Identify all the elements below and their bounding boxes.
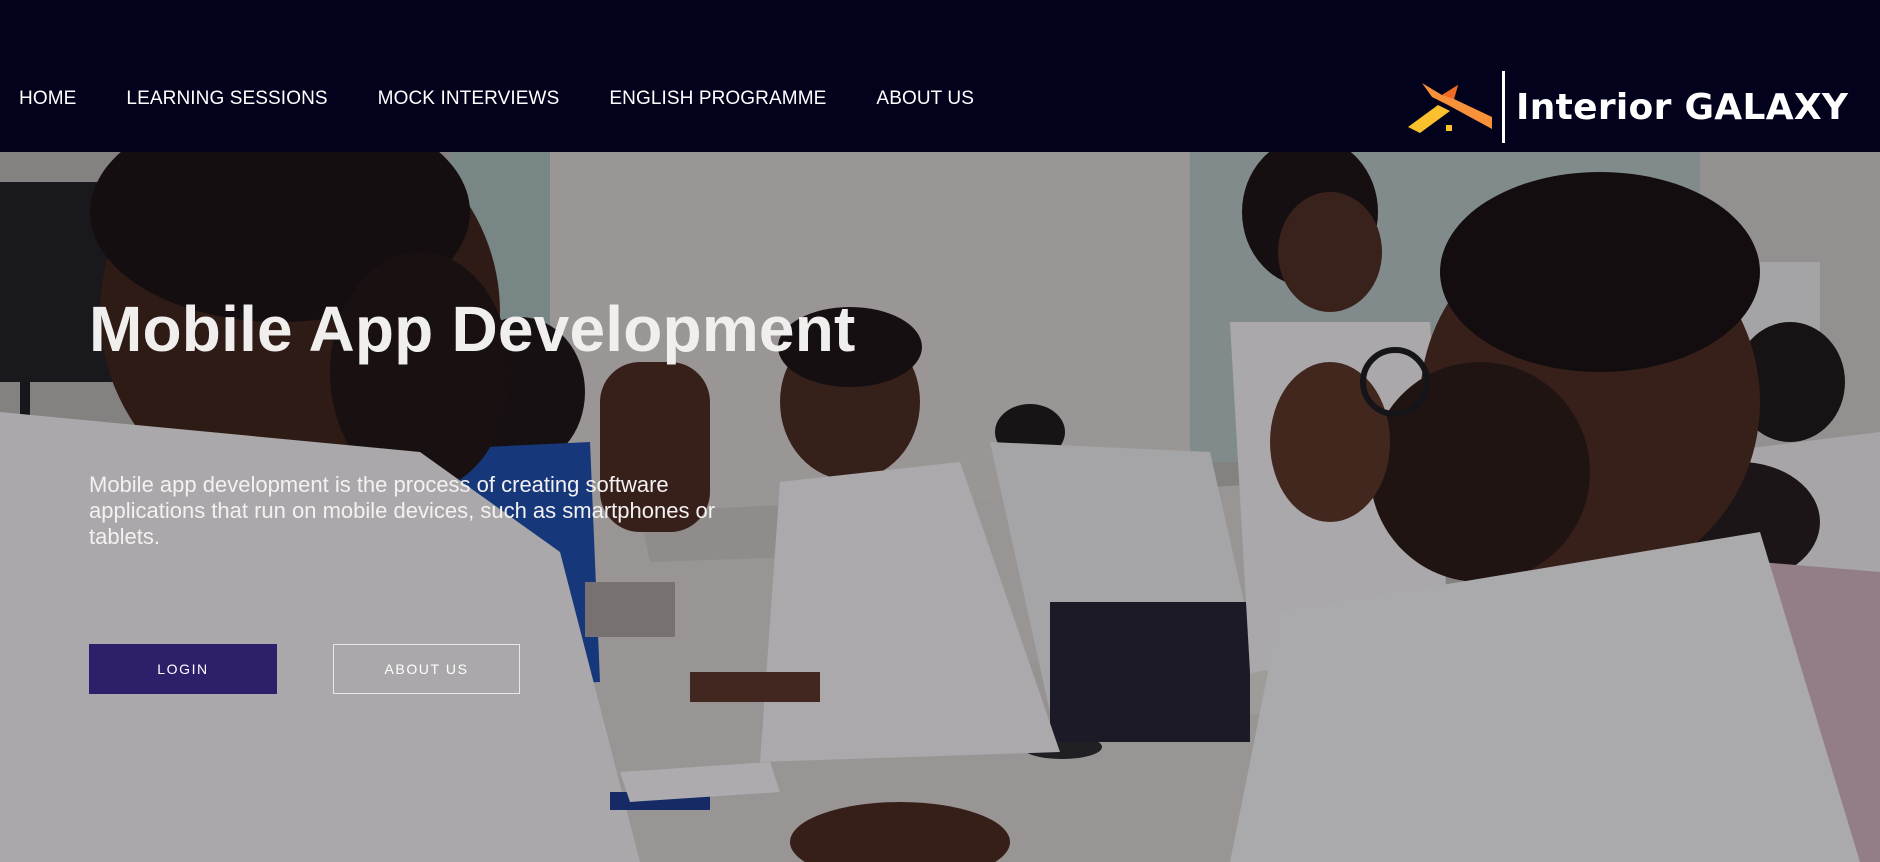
page: HOME LEARNING SESSIONS MOCK INTERVIEWS E… [0,0,1880,862]
hero-section: Mobile App Development Mobile app develo… [0,152,1880,862]
main-nav: HOME LEARNING SESSIONS MOCK INTERVIEWS E… [19,88,974,110]
nav-mock-interviews[interactable]: MOCK INTERVIEWS [378,88,560,110]
nav-english-programme[interactable]: ENGLISH PROGRAMME [609,88,826,110]
logo-divider [1502,71,1505,143]
nav-about-us[interactable]: ABOUT US [876,88,974,110]
nav-learning-sessions[interactable]: LEARNING SESSIONS [126,88,327,110]
site-header: HOME LEARNING SESSIONS MOCK INTERVIEWS E… [0,0,1880,152]
brand-name: Interior GALAXY [1516,86,1849,128]
about-us-button[interactable]: ABOUT US [333,644,520,694]
nav-home[interactable]: HOME [19,88,76,110]
login-button[interactable]: LOGIN [89,644,277,694]
roof-mark-icon [1408,83,1492,133]
hero-description: Mobile app development is the process of… [89,472,716,549]
brand-logo[interactable]: Interior GALAXY [1408,70,1848,144]
hero-title: Mobile App Development [89,293,856,365]
